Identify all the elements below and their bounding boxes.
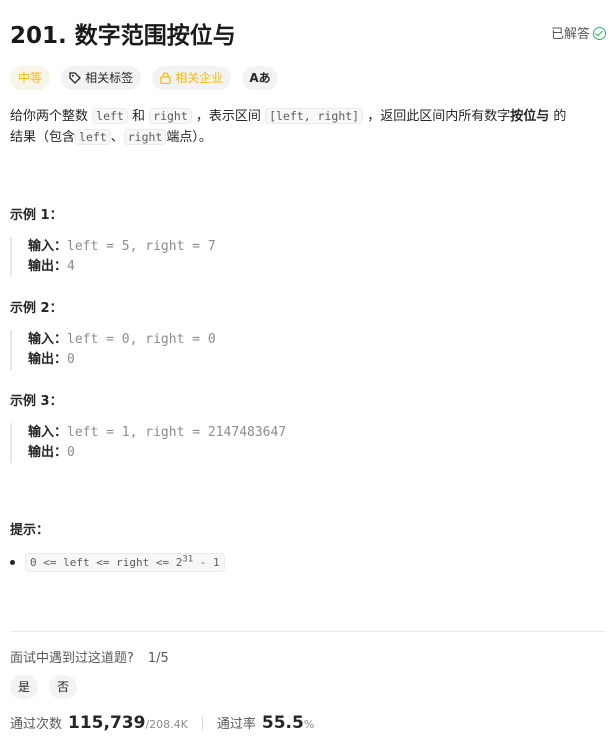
example-title: 示例 1： <box>10 208 63 223</box>
input-label: 输入： <box>28 332 68 347</box>
interview-question-row: 面试中遇到过这道题? 1/5 <box>10 647 169 666</box>
title-row: 201. 数字范围按位与 已解答 <box>10 18 606 54</box>
bullet <box>10 559 15 565</box>
desc-text: 的 <box>553 109 567 124</box>
no-button[interactable]: 否 <box>49 675 78 699</box>
input-value: left = 1, right = 2147483647 <box>67 425 287 440</box>
constraint-exponent: 31 <box>182 554 194 564</box>
output-value: 0 <box>67 352 75 367</box>
desc-text: 、 <box>110 130 124 145</box>
input-value: left = 0, right = 0 <box>67 332 216 347</box>
constraint-prefix: 0 <= left <= right <= 2 <box>30 555 183 569</box>
output-value: 0 <box>67 445 75 460</box>
code-right: right <box>123 129 167 145</box>
related-tags-label: 相关标签 <box>85 71 134 85</box>
description-line-2: 结果（包含 left、 right 端点）。 <box>10 127 606 148</box>
output-label: 输出： <box>28 445 68 460</box>
desc-text: 给你两个整数 <box>10 109 89 124</box>
problem-panel: 201. 数字范围按位与 已解答 中等 相关标签 相关企业 Aあ 给你两个整数 … <box>0 0 612 746</box>
lock-icon <box>160 72 171 85</box>
description-line-1: 给你两个整数 left 和 right ，表示区间 [left, right] … <box>10 106 606 127</box>
desc-text: ，表示区间 <box>195 109 261 124</box>
tag-icon <box>69 72 82 84</box>
rate-value: 55.5 <box>261 713 304 733</box>
rate-unit: % <box>303 718 315 731</box>
constraint-item: 0 <= left <= right <= 231 - 1 <box>10 552 225 572</box>
accepted-label: 通过次数 <box>10 717 63 732</box>
input-label: 输入： <box>28 425 68 440</box>
input-label: 输入： <box>28 239 68 254</box>
output-value: 4 <box>67 259 75 274</box>
example-block: 输入：left = 1, right = 2147483647 输出：0 <box>10 423 600 463</box>
example-title: 示例 3： <box>10 394 63 409</box>
difficulty-badge[interactable]: 中等 <box>10 66 51 90</box>
desc-text: 和 <box>132 109 146 124</box>
desc-text: ，返回此区间内所有数字 <box>367 109 511 124</box>
solved-status: 已解答 <box>551 26 606 44</box>
problem-description: 给你两个整数 left 和 right ，表示区间 [left, right] … <box>10 106 606 148</box>
code-left: left <box>92 108 128 124</box>
constraint-code: 0 <= left <= right <= 231 - 1 <box>25 552 225 572</box>
problem-title[interactable]: 201. 数字范围按位与 <box>10 18 236 54</box>
yes-button[interactable]: 是 <box>10 675 39 699</box>
example-title: 示例 2： <box>10 301 63 316</box>
output-label: 输出： <box>28 352 68 367</box>
example-block: 输入：left = 5, right = 7 输出：4 <box>10 237 600 277</box>
desc-text: 结果（包含 <box>10 130 76 145</box>
rate-label: 通过率 <box>216 717 256 732</box>
stats-row: 通过次数 115,739/208.4K 通过率 55.5% <box>10 713 314 733</box>
interview-count: 1/5 <box>147 651 169 666</box>
submissions-value: /208.4K <box>145 718 188 731</box>
code-interval: [left, right] <box>265 108 364 124</box>
interview-answer-buttons: 是否 <box>10 675 88 699</box>
accepted-value: 115,739 <box>68 713 146 733</box>
example-block: 输入：left = 0, right = 0 输出：0 <box>10 330 600 370</box>
divider <box>10 631 606 632</box>
translate-icon: Aあ <box>249 71 271 85</box>
tag-bar: 中等 相关标签 相关企业 Aあ <box>10 66 284 90</box>
hints-title: 提示： <box>10 523 50 538</box>
desc-text: 端点）。 <box>166 130 212 145</box>
stats-separator <box>201 716 203 730</box>
output-label: 输出： <box>28 259 68 274</box>
input-value: left = 5, right = 7 <box>67 239 216 254</box>
check-circle-icon <box>593 27 606 40</box>
solved-label: 已解答 <box>550 27 590 42</box>
related-companies-label: 相关企业 <box>175 71 224 85</box>
code-left: left <box>75 129 111 145</box>
translate-button[interactable]: Aあ <box>242 66 278 90</box>
related-companies-button[interactable]: 相关企业 <box>152 66 232 90</box>
interview-question: 面试中遇到过这道题? <box>10 651 134 666</box>
constraint-suffix: - 1 <box>193 555 220 569</box>
code-right: right <box>149 108 192 124</box>
desc-bold: 按位与 <box>510 109 550 124</box>
related-tags-button[interactable]: 相关标签 <box>61 66 142 90</box>
